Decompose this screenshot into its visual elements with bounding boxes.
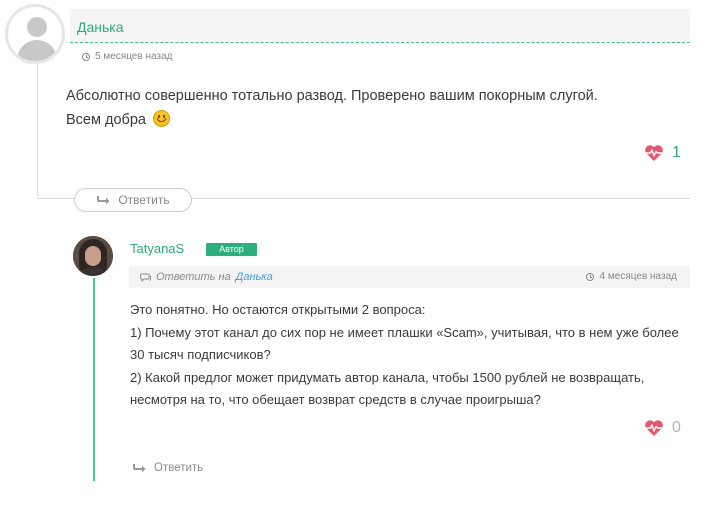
- thread-line: [37, 64, 38, 196]
- comment-meta-bar: Ответить на Данька 4 месяцев назад: [129, 266, 690, 288]
- comment-text-line: 30 тысяч подписчиков?: [130, 347, 271, 362]
- heart-pulse-icon: [645, 420, 663, 436]
- author-badge: Автор: [206, 243, 257, 256]
- reply-arrow-icon: [133, 464, 146, 473]
- comment-author[interactable]: TatyanaS: [130, 241, 184, 256]
- reply-to-link[interactable]: Данька: [236, 271, 273, 283]
- comment-header: Данька: [70, 9, 690, 43]
- reply-to-prefix: Ответить на: [156, 271, 231, 283]
- comment-text-line: 2) Какой предлог может придумать автор к…: [130, 369, 645, 385]
- comment-text: Всем добра: [66, 112, 146, 128]
- avatar-body-shape: [17, 40, 57, 61]
- reply-to: Ответить на Данька: [140, 271, 273, 283]
- comment-text-line: 1) Почему этот канал до сих пор не имеет…: [130, 324, 679, 340]
- comment-time: 5 месяцев назад: [95, 51, 173, 62]
- reply-arrow-icon: [97, 196, 110, 205]
- avatar-head-shape: [27, 17, 47, 37]
- like-button[interactable]: 0: [644, 419, 681, 437]
- comment-time: 4 месяцев назад: [585, 271, 677, 282]
- comment-text-line: Это понятно. Но остаются открытыми 2 воп…: [130, 302, 426, 317]
- comment-author[interactable]: Данька: [77, 19, 124, 35]
- clock-icon: [585, 272, 594, 281]
- comment-body: Это понятно. Но остаются открытыми 2 воп…: [130, 299, 705, 412]
- reply-button[interactable]: Ответить: [132, 462, 203, 474]
- reply-label: Ответить: [118, 193, 170, 207]
- comment-meta: 5 месяцев назад: [82, 51, 172, 62]
- smile-emoji-icon: [152, 110, 170, 127]
- comment-text-line-2: Всем добра: [66, 108, 686, 132]
- reply-button[interactable]: Ответить: [74, 188, 192, 212]
- comment-text-line: Абсолютно совершенно тотально развод. Пр…: [66, 88, 598, 104]
- comment-time-text: 4 месяцев назад: [599, 271, 677, 282]
- user-avatar: [73, 236, 113, 276]
- comment-text-line: несмотря на то, что обещает возврат сред…: [130, 392, 541, 407]
- reply-label: Ответить: [154, 462, 204, 474]
- default-avatar: [5, 4, 65, 64]
- heart-pulse-icon: [645, 145, 663, 161]
- like-count: 1: [672, 144, 681, 161]
- clock-icon: [82, 52, 90, 61]
- comment-body: Абсолютно совершенно тотально развод. Пр…: [66, 84, 686, 132]
- chat-bubble-icon: [140, 273, 151, 282]
- reply-thread-line: [93, 278, 95, 481]
- like-count: 0: [672, 419, 681, 436]
- like-button[interactable]: 1: [644, 144, 681, 162]
